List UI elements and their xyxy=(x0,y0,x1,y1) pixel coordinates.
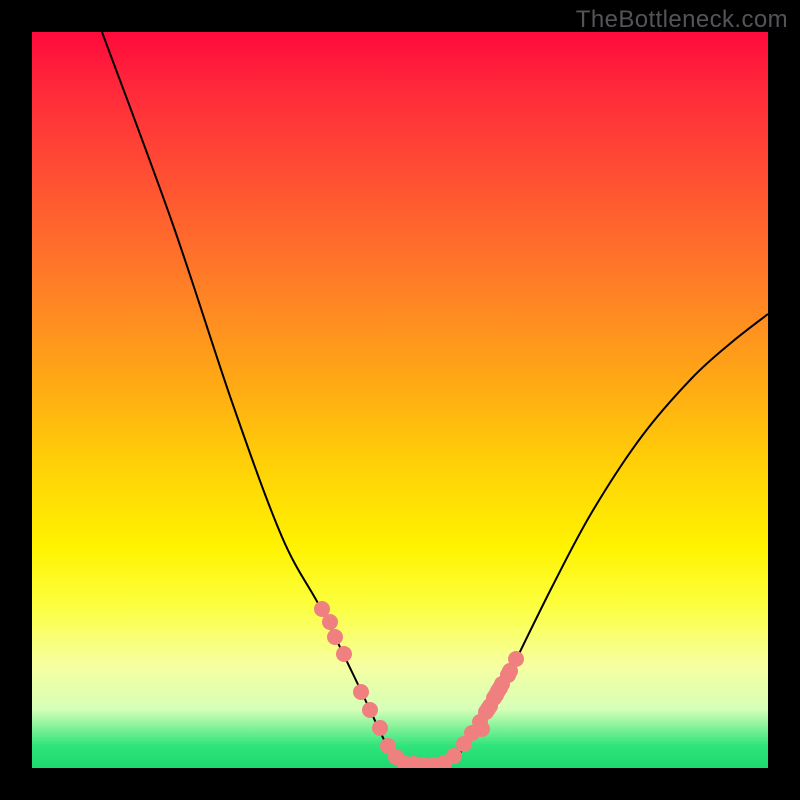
attribution-text: TheBottleneck.com xyxy=(576,6,788,34)
data-point xyxy=(362,702,378,718)
data-point xyxy=(327,629,343,645)
bottleneck-curve xyxy=(102,32,768,765)
data-points xyxy=(314,601,524,768)
chart-svg xyxy=(32,32,768,768)
data-point xyxy=(490,683,506,699)
data-point xyxy=(353,684,369,700)
data-point xyxy=(480,701,496,717)
chart-frame: TheBottleneck.com xyxy=(0,0,800,800)
data-point xyxy=(336,646,352,662)
data-point xyxy=(474,721,490,737)
plot-area xyxy=(32,32,768,768)
data-point xyxy=(322,614,338,630)
data-point xyxy=(372,720,388,736)
